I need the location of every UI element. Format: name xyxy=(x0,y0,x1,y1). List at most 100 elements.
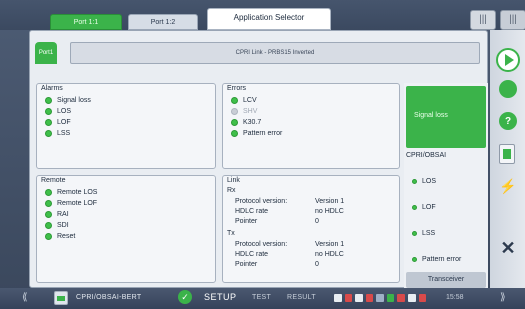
status-led-icon xyxy=(412,230,417,236)
remote-label: SDI xyxy=(57,222,69,229)
app-name-label: CPRI/OBSAI-BERT xyxy=(76,294,142,301)
remote-lof: Remote LOF xyxy=(45,200,97,207)
status-led-icon xyxy=(45,108,52,115)
document-icon xyxy=(503,149,511,159)
summary-item-los[interactable]: LOS xyxy=(406,168,486,194)
transceiver-tab[interactable]: Transceiver xyxy=(406,272,486,288)
clock-label: 15:58 xyxy=(446,294,464,301)
summary-item-lof[interactable]: LOF xyxy=(406,194,486,220)
status-led-icon xyxy=(412,256,417,262)
summary-item-label: Pattern error xyxy=(422,255,462,263)
error-label: K30.7 xyxy=(243,119,262,126)
error-shv: SHV xyxy=(231,108,257,115)
report-button[interactable] xyxy=(499,144,515,164)
remote-title: Remote xyxy=(41,177,66,184)
summary-item-label: LOF xyxy=(422,203,436,211)
alarm-label: LSS xyxy=(57,130,71,137)
status-led-icon xyxy=(412,178,417,184)
error-label: Pattern error xyxy=(243,130,283,137)
tx-hdlc-key: HDLC rate xyxy=(235,251,269,258)
remote-panel: Remote Remote LOS Remote LOF RAI SDI Res… xyxy=(36,175,216,283)
app-icon-fill xyxy=(57,296,65,301)
summary-section-title: CPRI/OBSAI xyxy=(406,152,447,159)
tab-result[interactable]: RESULT xyxy=(287,294,316,301)
summary-signal-loss-label: Signal loss xyxy=(414,112,448,119)
rx-hdlc-value: no HDLC xyxy=(315,208,344,215)
remote-label: Reset xyxy=(57,233,76,240)
status-led-icon xyxy=(231,108,238,115)
tx-protocol-key: Protocol version: xyxy=(235,241,288,248)
help-button[interactable]: ? xyxy=(499,112,517,130)
tab-port-1-2[interactable]: Port 1:2 xyxy=(128,14,198,30)
error-pattern: Pattern error xyxy=(231,130,282,137)
error-lcv: LCV xyxy=(231,97,257,104)
remote-reset: Reset xyxy=(45,233,75,240)
link-title: Link xyxy=(227,177,240,184)
tab-setup[interactable]: SETUP xyxy=(204,292,237,302)
errors-panel: Errors LCV SHV K30.7 Pattern error xyxy=(222,83,400,169)
status-led-icon xyxy=(45,97,52,104)
errors-title: Errors xyxy=(227,85,247,92)
remote-label: RAI xyxy=(57,211,69,218)
lightning-button[interactable]: ⚡ xyxy=(499,176,517,196)
status-indicators xyxy=(334,292,427,304)
status-indicator-icon xyxy=(397,294,405,302)
tx-pointer-key: Pointer xyxy=(235,261,258,268)
tab-port-1-1[interactable]: Port 1:1 xyxy=(50,14,122,30)
summary-item-lss[interactable]: LSS xyxy=(406,220,486,246)
tx-protocol-value: Version 1 xyxy=(315,241,345,248)
summary-item-label: LSS xyxy=(422,229,436,237)
close-button[interactable]: ✕ xyxy=(496,236,520,260)
alarm-lof: LOF xyxy=(45,119,71,126)
status-led-icon xyxy=(45,130,52,137)
status-indicator-icon xyxy=(344,294,353,302)
rx-pointer-key: Pointer xyxy=(235,218,258,225)
rx-protocol-value: Version 1 xyxy=(315,198,345,205)
summary-item-pattern-error[interactable]: Pattern error xyxy=(406,246,486,272)
panel-menu-button[interactable]: ||| xyxy=(500,10,525,30)
alarm-label: LOS xyxy=(57,108,72,115)
remote-label: Remote LOF xyxy=(57,200,98,207)
status-led-icon xyxy=(45,222,52,229)
check-icon: ✓ xyxy=(178,290,192,304)
status-button[interactable] xyxy=(499,80,517,98)
rx-hdlc-key: HDLC rate xyxy=(235,208,269,215)
remote-sdi: SDI xyxy=(45,222,69,229)
status-indicator-icon xyxy=(407,294,416,302)
alarm-signal-loss: Signal loss xyxy=(45,97,91,104)
tx-hdlc-value: no HDLC xyxy=(315,251,344,258)
status-led-icon xyxy=(45,211,52,218)
application-selector-tab[interactable]: Application Selector xyxy=(207,8,331,30)
summary-item-label: LOS xyxy=(422,177,437,185)
status-indicator-icon xyxy=(334,294,342,302)
port-chip[interactable]: Port1 xyxy=(35,42,57,64)
play-icon xyxy=(504,54,514,66)
status-indicator-icon xyxy=(365,294,374,302)
chevron-right-icon[interactable]: ⟫ xyxy=(500,292,506,303)
alarm-label: Signal loss xyxy=(57,97,91,104)
alarms-panel: Alarms Signal loss LOS LOF LSS xyxy=(36,83,216,169)
status-led-icon xyxy=(45,189,52,196)
status-indicator-icon xyxy=(355,294,363,302)
status-led-icon xyxy=(45,119,52,126)
status-led-icon xyxy=(45,200,52,207)
status-led-icon xyxy=(231,119,238,126)
chevron-left-icon[interactable]: ⟪ xyxy=(22,292,28,303)
alarms-title: Alarms xyxy=(41,85,63,92)
play-button[interactable] xyxy=(496,48,520,72)
status-indicator-icon xyxy=(376,294,384,302)
tab-test[interactable]: TEST xyxy=(252,294,271,301)
tx-pointer-value: 0 xyxy=(315,261,319,268)
summary-signal-loss[interactable]: Signal loss xyxy=(406,86,486,148)
alarm-los: LOS xyxy=(45,108,71,115)
panel-toggle-button[interactable]: ||| xyxy=(470,10,496,30)
link-panel: Link Rx Protocol version: Version 1 HDLC… xyxy=(222,175,400,283)
error-label: SHV xyxy=(243,108,258,115)
status-led-icon xyxy=(231,97,238,104)
app-icon xyxy=(54,291,68,305)
remote-los: Remote LOS xyxy=(45,189,97,196)
remote-label: Remote LOS xyxy=(57,189,98,196)
remote-rai: RAI xyxy=(45,211,69,218)
status-led-icon xyxy=(231,130,238,137)
rx-pointer-value: 0 xyxy=(315,218,319,225)
